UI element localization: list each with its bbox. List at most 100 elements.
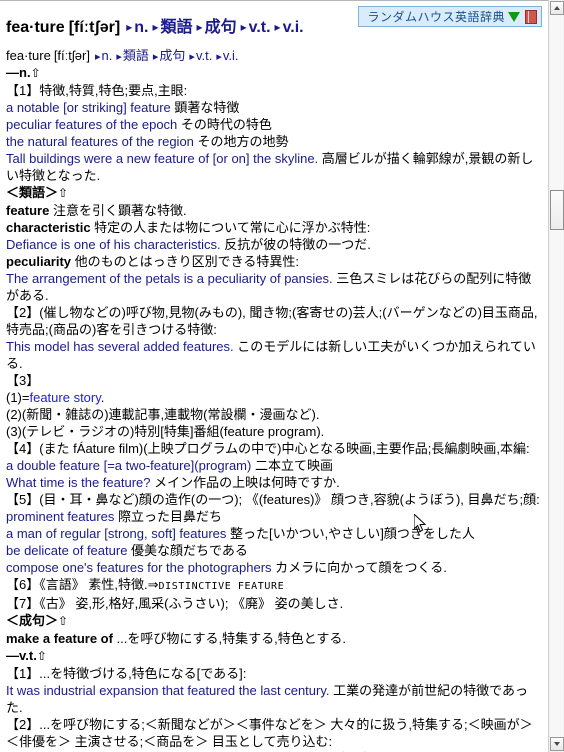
example-english: be delicate of feature [6, 543, 128, 558]
jump-up-arrow-icon[interactable]: ⇧ [58, 614, 68, 628]
nav-bullet-4: ▸ [274, 20, 281, 34]
entry-line-s6: 【6】《言語》 素性,特徴.⇒DISTINCTIVE FEATURE [6, 576, 542, 595]
cross-reference-arrow-icon: ⇒ [147, 577, 159, 592]
cross-reference-link[interactable]: DISTINCTIVE FEATURE [158, 581, 284, 592]
entry-line-s1: 【1】特徴,特質,特色;要点,主眼: [6, 82, 542, 99]
dictionary-window: fea·ture [fíːtʃər] ▸ n. ▸ 類語 ▸ 成句 ▸ v.t. ▸ v.i. ランダ… [0, 0, 564, 752]
dictionary-content-pane[interactable]: fea·ture [fíːtʃər] ▸ n. ▸ 類語 ▸ 成句 ▸ v.t. ▸ v.i. ランダ… [0, 0, 548, 752]
pronunciation-title: [fíːtʃər] [68, 19, 121, 36]
nav-bullet-0: ▸ [126, 20, 133, 34]
book-icon[interactable] [525, 9, 537, 24]
thesaurus-gloss: 注意を引く顕著な特徴. [49, 203, 187, 218]
example-english: Defiance is one of his characteristics. [6, 237, 221, 252]
subnav-link-vt[interactable]: v.t. [196, 48, 212, 63]
nav-bullet-1: ▸ [152, 20, 159, 34]
subnav-link-idioms[interactable]: 成句 [159, 48, 185, 63]
example-english: compose one's features for the photograp… [6, 560, 272, 575]
entry-line-vt1: 【1】...を特徴づける,特色になる[である]: [6, 665, 542, 682]
nav-link-n[interactable]: n. [134, 19, 148, 36]
example-english: prominent features [6, 509, 115, 524]
nav-bullet-3: ▸ [240, 20, 247, 34]
subnav-link-thesaurus[interactable]: 類語 [123, 48, 149, 63]
entry-line-s5-ex3: be delicate of feature 優美な顔だちである [6, 542, 542, 559]
entry-line-thes2: characteristic 特定の人または物について常に心に浮かぶ特性: [6, 219, 542, 236]
sub-definition-suffix: . [100, 390, 105, 405]
jump-up-arrow-icon[interactable]: ⇧ [31, 66, 41, 80]
entry-line-thes-head: ＜類語＞⇧ [6, 184, 542, 202]
jump-up-arrow-icon[interactable]: ⇧ [58, 186, 68, 200]
thesaurus-gloss: 特定の人または物について常に心に浮かぶ特性: [90, 220, 371, 235]
example-japanese: 際立った目鼻だち [114, 509, 223, 524]
entry-subheader-line: fea·ture [fíːtʃər] ▸n. ▸類語 ▸成句 ▸v.t. ▸v.i. [0, 45, 548, 64]
entry-line-thes1: feature 注意を引く顕著な特徴. [6, 202, 542, 219]
headword-title: fea·ture [6, 19, 65, 36]
subnav-bullet-2: ▸ [152, 51, 159, 63]
example-japanese: 反抗が彼の特徴の一つだ. [220, 237, 371, 252]
example-japanese: 二本立て映画 [251, 458, 333, 473]
example-japanese: 整った[いかつい,やさしい]顔つきをした人 [226, 526, 475, 541]
section-heading: ＜類語＞ [6, 185, 59, 200]
example-english: Tall buildings were a new feature of [or… [6, 151, 319, 166]
idiom-phrase: make a feature of [6, 631, 113, 646]
example-japanese: その時代の特色 [177, 117, 272, 132]
entry-line-idiom-head: ＜成句＞⇧ [6, 612, 542, 630]
sub-definition: (3)(テレビ・ラジオの)特別[特集]番組(feature program). [6, 424, 325, 439]
entry-body: —n.⇧ 【1】特徴,特質,特色;要点,主眼: a notable [or stri… [0, 64, 548, 752]
vertical-scrollbar[interactable] [548, 0, 564, 752]
subnav-bullet-4: ▸ [216, 51, 222, 63]
entry-header: fea·ture [fíːtʃər] ▸ n. ▸ 類語 ▸ 成句 ▸ v.t. ▸ v.i. ランダ… [0, 1, 548, 43]
scroll-down-arrow-icon[interactable] [550, 737, 564, 751]
subnav-bullet-0: ▸ [94, 51, 101, 63]
entry-line-vt2: 【2】...を呼び物にする;＜新聞などが＞＜事件などを＞ 大々的に扱う,特集する… [6, 716, 542, 750]
scroll-up-arrow-icon[interactable] [550, 1, 564, 15]
subheader-pronunciation: [fíːtʃər] [53, 48, 90, 63]
sense-definition: 【1】特徴,特質,特色;要点,主眼: [6, 83, 188, 98]
jump-up-arrow-icon[interactable]: ⇧ [37, 649, 47, 663]
entry-line-s7: 【7】《古》 姿,形,格好,風采(ふうさい); 《廃》 姿の美しさ. [6, 595, 542, 612]
entry-line-s3: 【3】 [6, 372, 542, 389]
sub-definition: (1)= [6, 390, 30, 405]
entry-line-s5-ex4: compose one's features for the photograp… [6, 559, 542, 576]
cross-reference-link[interactable]: feature story [29, 390, 100, 405]
example-japanese: 優美な顔だちである [127, 543, 248, 558]
example-japanese: その地方の地勢 [193, 134, 289, 149]
nav-link-thesaurus[interactable]: 類語 [161, 19, 193, 36]
scrollbar-thumb[interactable] [550, 190, 564, 230]
sense-definition: 【2】...を呼び物にする;＜新聞などが＞＜事件などを＞ 大々的に扱う,特集する… [6, 717, 533, 749]
example-english: peculiar features of the epoch [6, 117, 178, 132]
nav-link-idioms[interactable]: 成句 [205, 19, 237, 36]
subnav-link-vi[interactable]: v.i. [223, 48, 239, 63]
example-english: a double feature [=a two-feature](progra… [6, 458, 252, 473]
nav-link-vt[interactable]: v.t. [249, 19, 271, 36]
example-english: the natural features of the region [6, 134, 194, 149]
sense-definition: 【5】(目・耳・鼻など)顔の造作(の一つ); 《(features)》 顔つき,… [6, 492, 540, 507]
part-of-speech-label: —n. [6, 65, 31, 80]
dictionary-selector-badge[interactable]: ランダムハウス英語辞典 [358, 6, 542, 27]
entry-line-s5-ex2: a man of regular [strong, soft] features… [6, 525, 542, 542]
example-english: What time is the feature? [6, 475, 151, 490]
sense-definition: 【3】 [6, 373, 40, 388]
example-english: It was industrial expansion that feature… [6, 683, 330, 698]
example-english: This model has several added features. [6, 339, 234, 354]
entry-line-s1-ex4: Tall buildings were a new feature of [or… [6, 150, 542, 184]
example-english: The arrangement of the petals is a pecul… [6, 271, 333, 286]
dictionary-name-label: ランダムハウス英語辞典 [367, 10, 505, 24]
sense-definition: 【1】...を特徴づける,特色になる[である]: [6, 666, 247, 681]
idiom-gloss: ...を呼び物にする,特集する,特色とする. [112, 631, 346, 646]
entry-line-s1-ex2: peculiar features of the epoch その時代の特色 [6, 116, 542, 133]
subnav-link-n[interactable]: n. [101, 48, 112, 63]
entry-line-thes3-ex: The arrangement of the petals is a pecul… [6, 270, 542, 304]
section-heading: ＜成句＞ [6, 613, 59, 628]
example-english: a notable [or striking] feature [6, 100, 171, 115]
scrollbar-track[interactable] [550, 15, 563, 737]
entry-line-s4: 【4】(また fÁature film)(上映プログラムの中で)中心となる映画,… [6, 440, 542, 457]
triangle-down-icon[interactable] [508, 11, 520, 22]
part-of-speech-label: —v.t. [6, 648, 37, 663]
nav-link-vi[interactable]: v.i. [283, 19, 304, 36]
entry-line-s3-3: (3)(テレビ・ラジオの)特別[特集]番組(feature program). [6, 423, 542, 440]
entry-line-idiom1: make a feature of ...を呼び物にする,特集する,特色とする. [6, 630, 542, 647]
entry-line-s4-ex1: a double feature [=a two-feature](progra… [6, 457, 542, 474]
entry-line-s5: 【5】(目・耳・鼻など)顔の造作(の一つ); 《(features)》 顔つき,… [6, 491, 542, 508]
example-japanese: カメラに向かって顔をつくる. [271, 560, 447, 575]
subheader-headword: fea·ture [6, 48, 51, 63]
